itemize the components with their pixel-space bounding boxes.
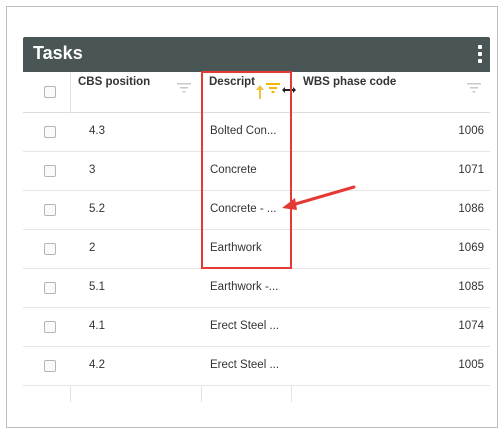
filter-icon[interactable] [467,83,481,93]
cbs-cell: 4.3 [89,125,105,137]
row-checkbox[interactable] [44,360,56,372]
wbs-cell: 1074 [458,320,484,332]
highlight-box [201,71,292,269]
wbs-cell: 1085 [458,281,484,293]
row-checkbox[interactable] [44,165,56,177]
kebab-menu-icon[interactable] [478,45,482,63]
row-checkbox[interactable] [44,204,56,216]
description-cell: Erect Steel ... [210,320,280,332]
row-checkbox[interactable] [44,126,56,138]
cbs-cell: 3 [89,164,96,176]
row-checkbox[interactable] [44,282,56,294]
panel-title: Tasks [33,43,83,63]
description-cell: Erect Steel ... [210,359,280,371]
filter-icon[interactable] [177,83,191,93]
cbs-cell: 5.2 [89,203,105,215]
wbs-cell: 1071 [458,164,484,176]
column-header-wbs[interactable]: WBS phase code [303,76,396,88]
panel-header: Tasks [23,37,490,72]
table-row[interactable]: 4.2 Erect Steel ... 1005 [23,347,490,386]
wbs-cell: 1086 [458,203,484,215]
row-checkbox[interactable] [44,321,56,333]
cbs-cell: 2 [89,242,96,254]
select-all-checkbox[interactable] [44,86,56,98]
cbs-cell: 5.1 [89,281,105,293]
cbs-cell: 4.2 [89,359,105,371]
table-row[interactable]: 5.1 Earthwork -... 1085 [23,269,490,308]
wbs-cell: 1006 [458,125,484,137]
cbs-cell: 4.1 [89,320,105,332]
table-row[interactable]: 4.1 Erect Steel ... 1074 [23,308,490,347]
wbs-cell: 1069 [458,242,484,254]
column-header-cbs[interactable]: CBS position [78,76,150,88]
wbs-cell: 1005 [458,359,484,371]
annotation-arrow-icon [282,185,356,210]
row-checkbox[interactable] [44,243,56,255]
description-cell: Earthwork -... [210,281,279,293]
